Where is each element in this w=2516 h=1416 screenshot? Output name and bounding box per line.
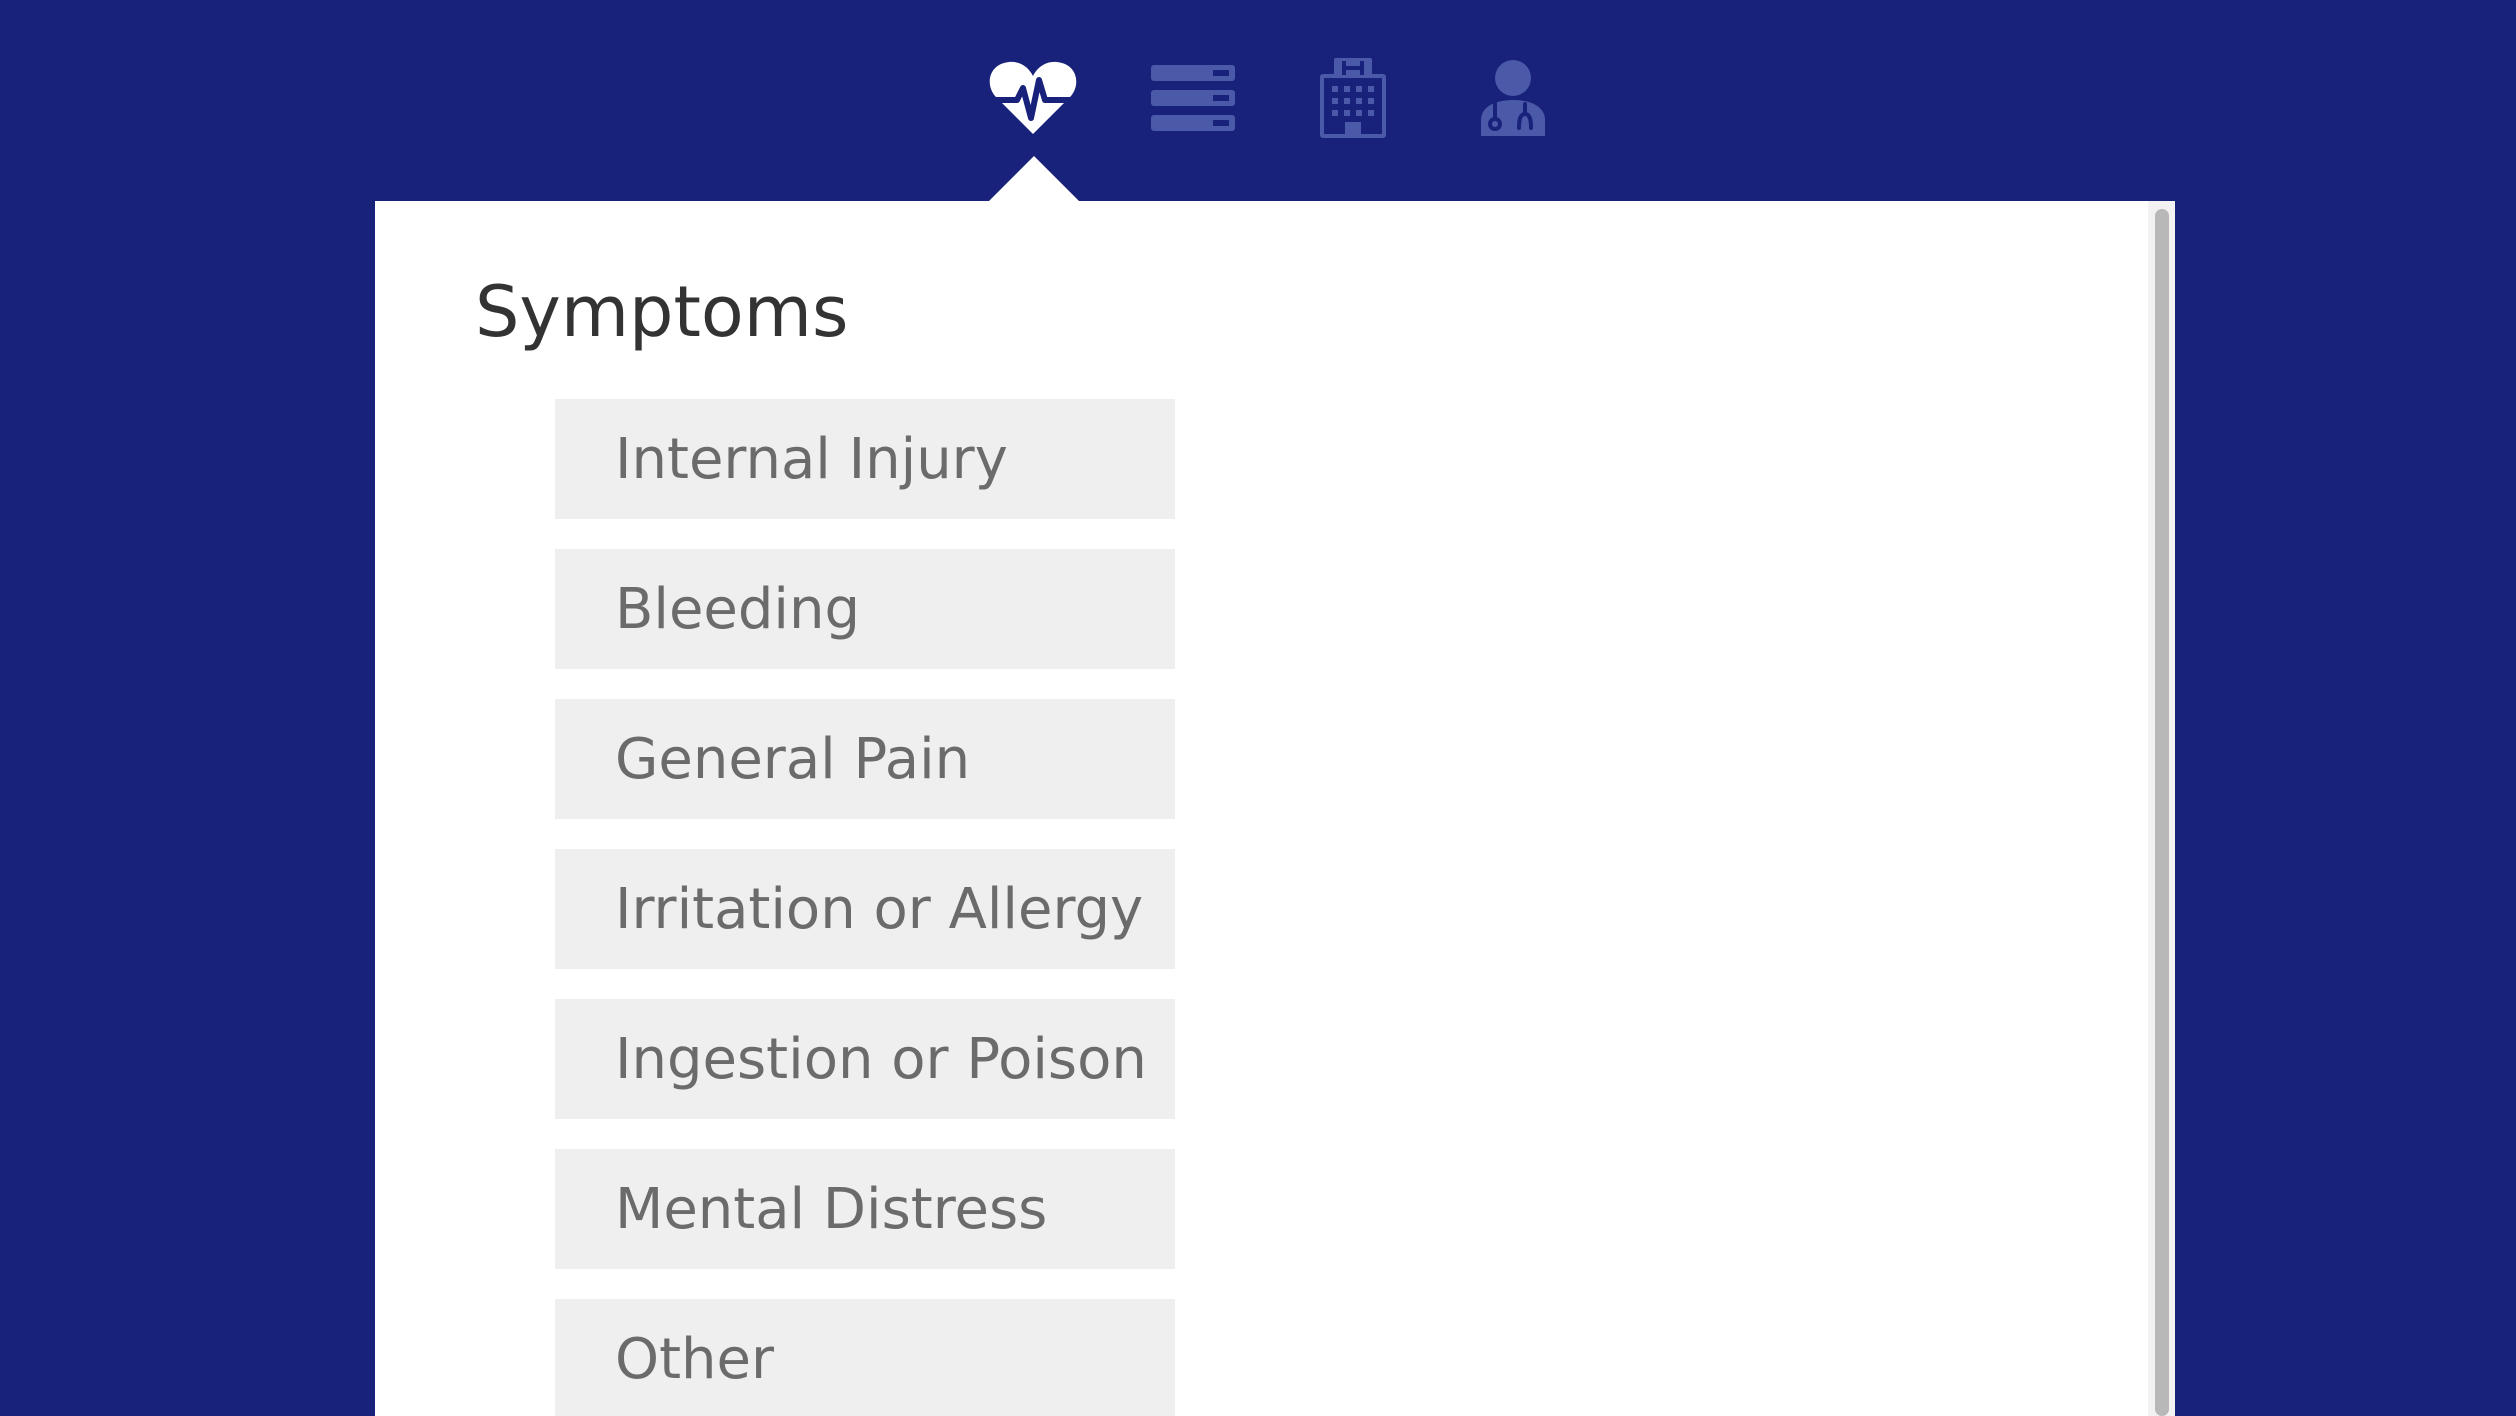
top-navigation [0, 0, 2516, 200]
list-icon[interactable] [1145, 50, 1241, 146]
option-general-pain[interactable]: General Pain [555, 699, 1175, 819]
doctor-icon[interactable] [1465, 50, 1561, 146]
scrollbar-thumb[interactable] [2155, 209, 2169, 1416]
symptoms-panel: Symptoms Internal Injury Bleeding Genera… [375, 201, 2175, 1416]
option-bleeding[interactable]: Bleeding [555, 549, 1175, 669]
option-label: Internal Injury [615, 426, 1008, 492]
page-title: Symptoms [475, 271, 849, 353]
option-label: Other [615, 1326, 775, 1392]
symptom-options-list: Internal Injury Bleeding General Pain Ir… [555, 399, 1175, 1416]
option-label: Irritation or Allergy [615, 876, 1144, 942]
hospital-icon[interactable] [1305, 50, 1401, 146]
option-label: General Pain [615, 726, 971, 792]
option-label: Ingestion or Poison [615, 1026, 1147, 1092]
option-internal-injury[interactable]: Internal Injury [555, 399, 1175, 519]
active-tab-caret [989, 156, 1079, 201]
option-other[interactable]: Other [555, 1299, 1175, 1416]
option-ingestion-or-poison[interactable]: Ingestion or Poison [555, 999, 1175, 1119]
option-label: Mental Distress [615, 1176, 1048, 1242]
option-label: Bleeding [615, 576, 861, 642]
option-irritation-or-allergy[interactable]: Irritation or Allergy [555, 849, 1175, 969]
panel-scrollbar[interactable] [2148, 201, 2175, 1416]
option-mental-distress[interactable]: Mental Distress [555, 1149, 1175, 1269]
heartbeat-icon[interactable] [985, 50, 1081, 146]
